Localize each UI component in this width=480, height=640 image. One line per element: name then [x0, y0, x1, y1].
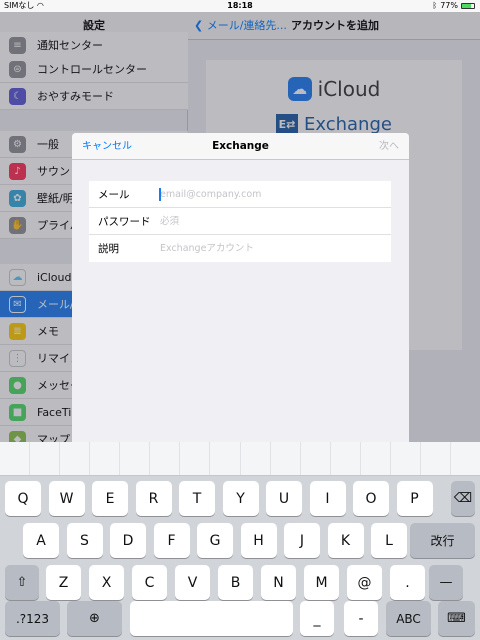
- email-label: メール: [98, 188, 130, 201]
- prediction-slot[interactable]: [30, 442, 61, 475]
- key-r[interactable]: R: [135, 481, 172, 516]
- key-y[interactable]: Y: [222, 481, 259, 516]
- em-dash-key[interactable]: —: [429, 565, 463, 600]
- hide-keyboard-key[interactable]: ⌨: [438, 601, 475, 636]
- underscore-key[interactable]: _: [300, 601, 334, 636]
- prediction-slot[interactable]: [451, 442, 480, 475]
- prediction-slot[interactable]: [271, 442, 301, 475]
- globe-key[interactable]: ⊕: [67, 601, 122, 636]
- key-e[interactable]: E: [92, 481, 128, 516]
- password-field[interactable]: [160, 211, 380, 231]
- description-label: 説明: [98, 243, 119, 255]
- email-field[interactable]: [160, 184, 380, 204]
- backspace-key[interactable]: ⌫: [451, 481, 475, 516]
- abc-key[interactable]: ABC: [386, 601, 431, 636]
- prediction-slot[interactable]: [391, 442, 421, 475]
- key-u[interactable]: U: [266, 481, 302, 516]
- prediction-bar: [0, 442, 480, 476]
- key-o[interactable]: O: [353, 481, 389, 516]
- key-at[interactable]: @: [347, 565, 382, 600]
- battery-fill: [462, 4, 472, 8]
- key-g[interactable]: G: [197, 523, 233, 558]
- battery-status: ᛒ 77%: [432, 0, 475, 12]
- key-k[interactable]: K: [327, 523, 364, 558]
- text-cursor: [159, 188, 161, 201]
- key-d[interactable]: D: [110, 523, 146, 558]
- description-field[interactable]: [160, 238, 380, 259]
- key-j[interactable]: J: [284, 523, 320, 558]
- space-key[interactable]: [130, 601, 293, 636]
- prediction-slot[interactable]: [90, 442, 121, 475]
- keyboard-hide-icon: ⌨: [447, 611, 466, 626]
- key-v[interactable]: V: [175, 565, 210, 600]
- on-screen-keyboard: QWERTYUIOP ASDFGHJKL Z X C V B N M @. ⌫ 改行 ⇧ — …: [0, 442, 480, 640]
- bluetooth-icon: ᛒ: [432, 1, 438, 10]
- prediction-slot[interactable]: [331, 442, 361, 475]
- shift-icon: ⇧: [16, 575, 28, 590]
- key-x[interactable]: X: [89, 565, 124, 600]
- shift-key[interactable]: ⇧: [5, 565, 39, 600]
- key-period[interactable]: .: [390, 565, 425, 600]
- prediction-slot[interactable]: [180, 442, 211, 475]
- key-c[interactable]: C: [132, 565, 167, 600]
- key-m[interactable]: M: [304, 565, 339, 600]
- email-row: メール: [89, 181, 391, 208]
- key-a[interactable]: A: [23, 523, 59, 558]
- key-l[interactable]: L: [371, 523, 407, 558]
- cancel-button[interactable]: キャンセル: [82, 133, 132, 160]
- key-t[interactable]: T: [179, 481, 215, 516]
- key-p[interactable]: P: [396, 481, 433, 516]
- prediction-slot[interactable]: [210, 442, 241, 475]
- prediction-slot[interactable]: [60, 442, 91, 475]
- battery-percent: 77%: [440, 1, 458, 10]
- key-h[interactable]: H: [240, 523, 277, 558]
- key-z[interactable]: Z: [46, 565, 81, 600]
- prediction-slot[interactable]: [241, 442, 271, 475]
- exchange-account-sheet: キャンセル Exchange 次へ メール パスワード 説明: [72, 133, 409, 453]
- backspace-icon: ⌫: [453, 491, 473, 506]
- status-bar: SIMなし ◠ 18:18 ᛒ 77%: [0, 0, 480, 12]
- password-row: パスワード: [89, 208, 391, 235]
- modal-nav-bar: キャンセル Exchange 次へ: [72, 133, 409, 160]
- prediction-slot[interactable]: [150, 442, 181, 475]
- account-form: メール パスワード 説明: [89, 181, 391, 262]
- prediction-slot[interactable]: [0, 442, 31, 475]
- numbers-key[interactable]: .?123: [5, 601, 60, 636]
- prediction-slot[interactable]: [301, 442, 331, 475]
- key-f[interactable]: F: [153, 523, 190, 558]
- prediction-slot[interactable]: [120, 442, 151, 475]
- key-n[interactable]: N: [261, 565, 296, 600]
- prediction-slot[interactable]: [421, 442, 451, 475]
- return-key[interactable]: 改行: [410, 523, 475, 558]
- key-s[interactable]: S: [66, 523, 103, 558]
- globe-icon: ⊕: [89, 611, 100, 626]
- prediction-slot[interactable]: [361, 442, 391, 475]
- key-q[interactable]: Q: [5, 481, 41, 516]
- key-w[interactable]: W: [48, 481, 85, 516]
- key-i[interactable]: I: [309, 481, 346, 516]
- password-label: パスワード: [98, 215, 151, 228]
- dash-key[interactable]: -: [344, 601, 378, 636]
- key-b[interactable]: B: [218, 565, 253, 600]
- description-row: 説明: [89, 235, 391, 262]
- next-button[interactable]: 次へ: [379, 133, 399, 160]
- clock: 18:18: [227, 1, 253, 10]
- battery-icon: [461, 3, 475, 9]
